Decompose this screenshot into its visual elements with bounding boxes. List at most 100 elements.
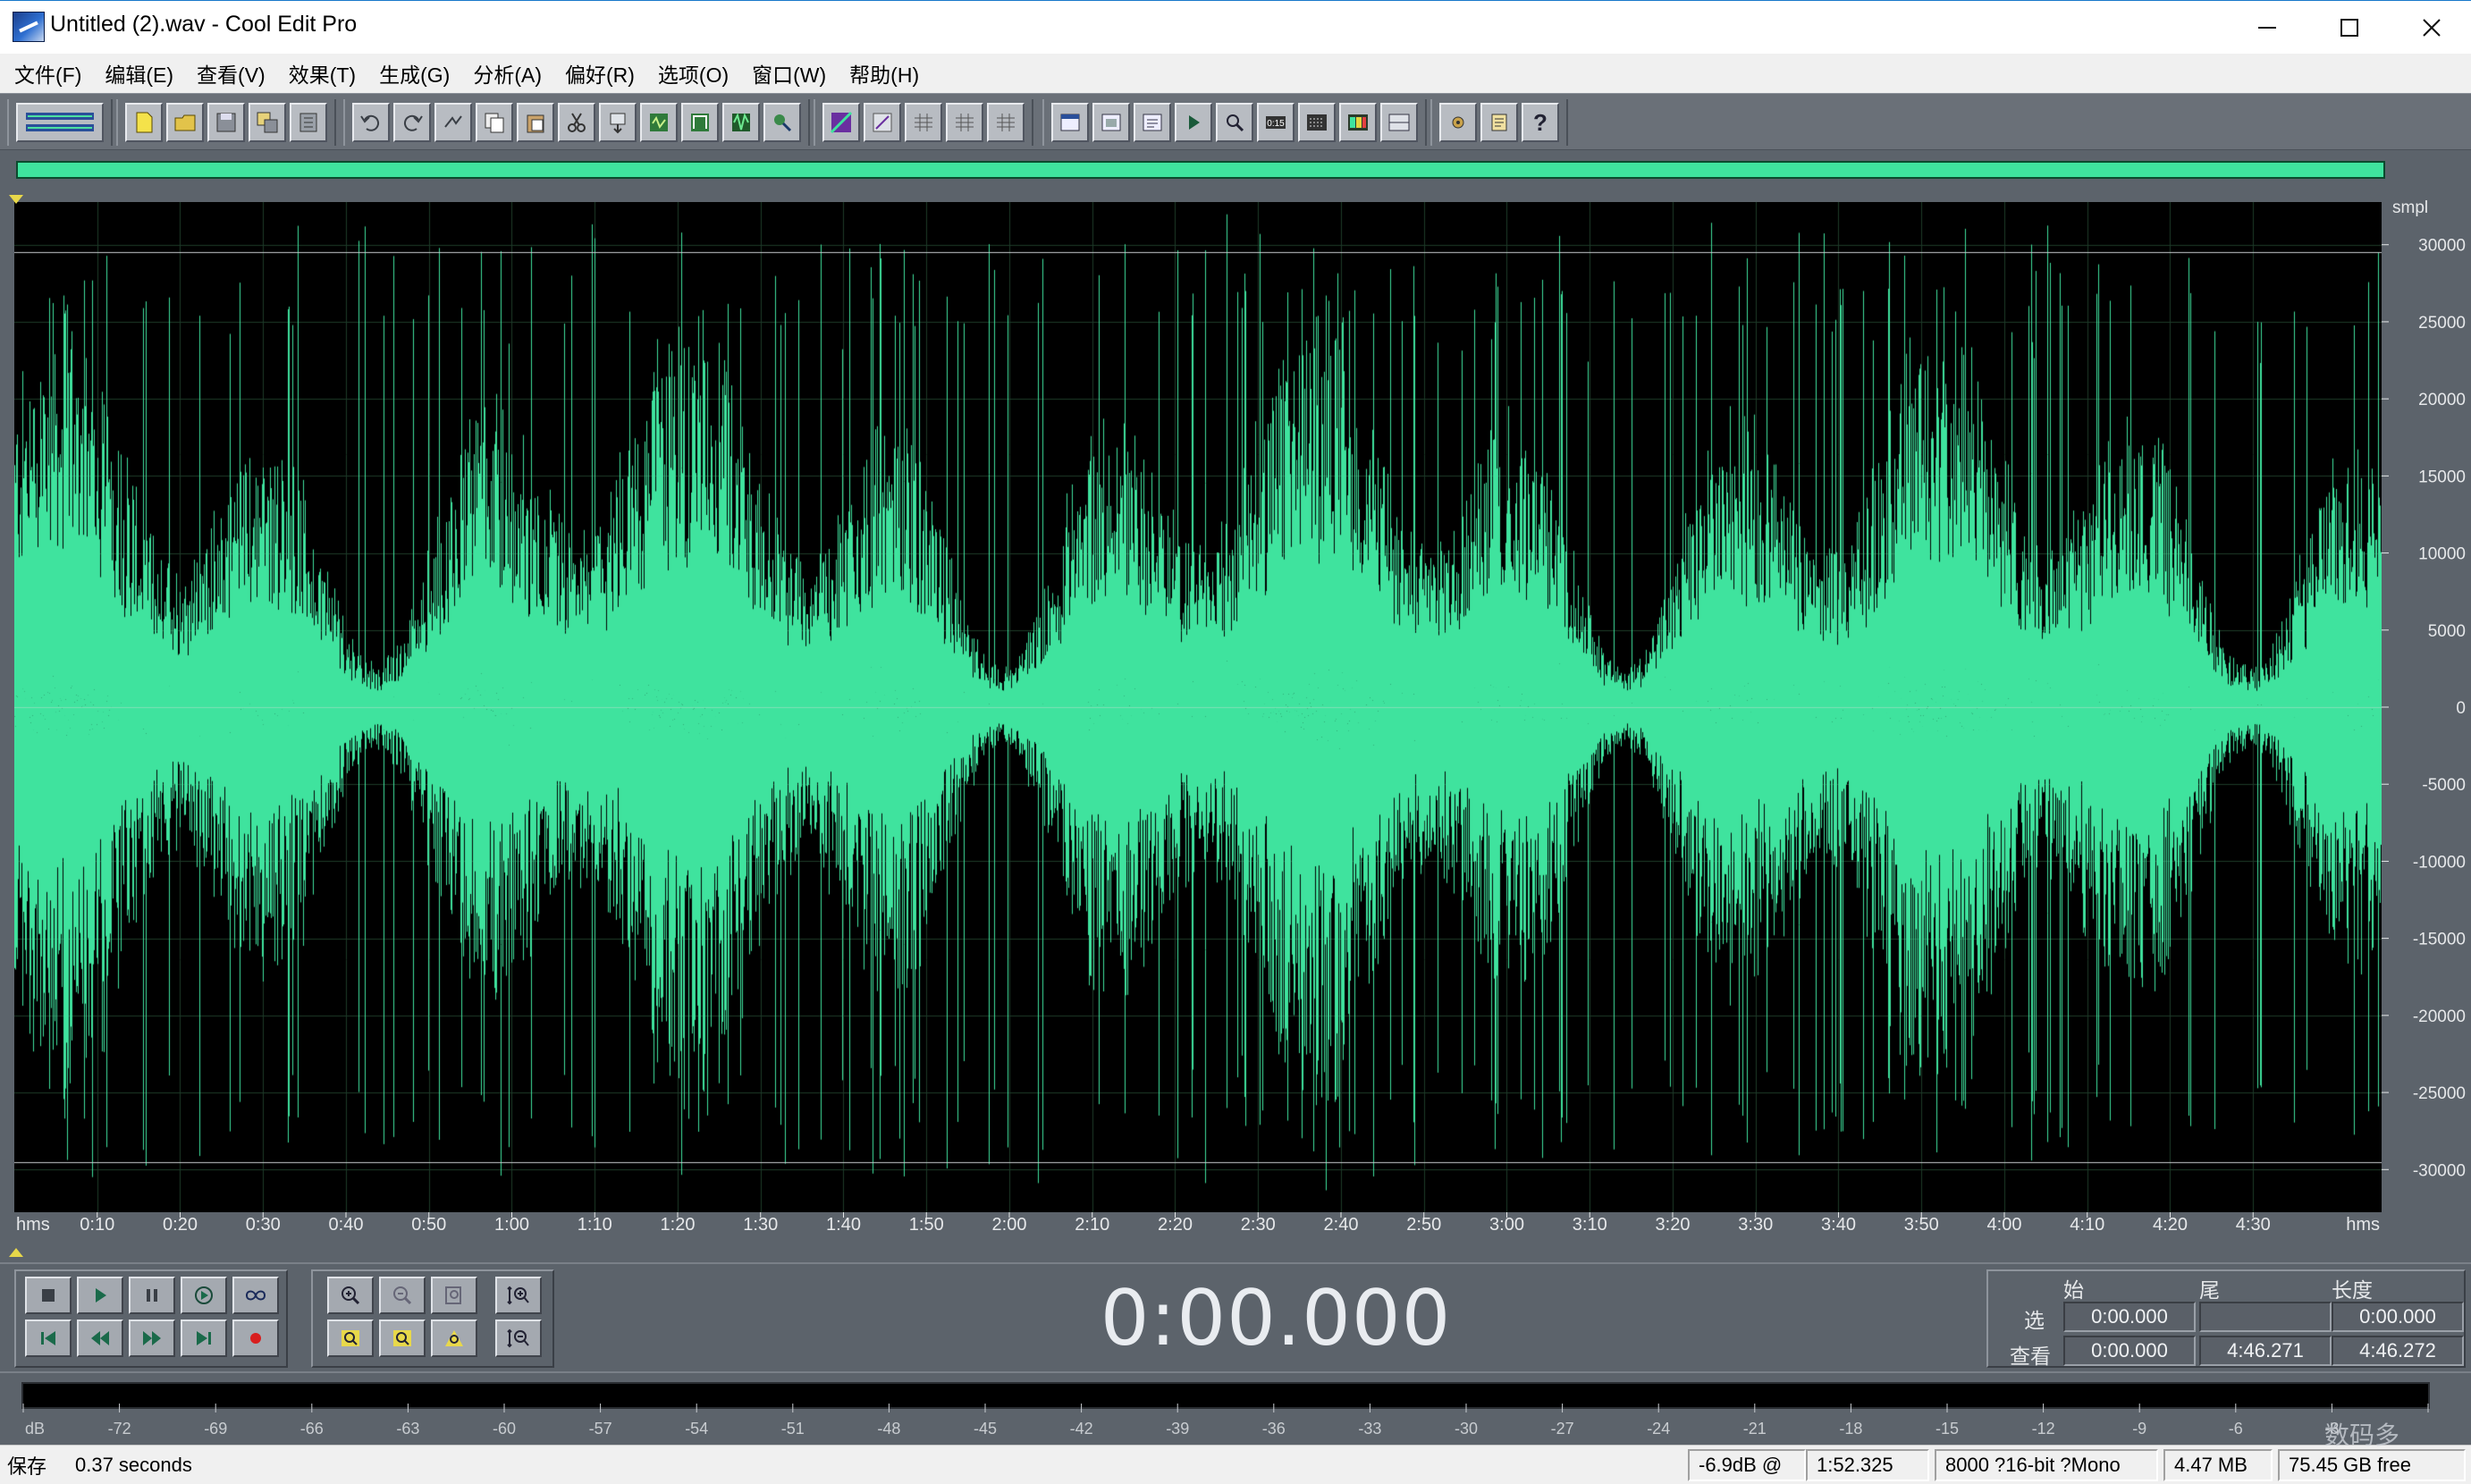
frequency-window-button[interactable] xyxy=(1380,103,1418,142)
amplitude-tick-label: -5000 xyxy=(2422,776,2466,795)
menu-edit[interactable]: 编辑(E) xyxy=(96,58,182,89)
zoom-to-right-button[interactable] xyxy=(379,1320,426,1357)
view-begin-field[interactable]: 0:00.000 xyxy=(2063,1336,2196,1366)
repeat-button[interactable] xyxy=(434,103,472,142)
stop-button[interactable] xyxy=(25,1277,72,1314)
menu-analyze[interactable]: 分析(A) xyxy=(464,58,551,89)
selection-begin-field[interactable]: 0:00.000 xyxy=(2063,1302,2196,1332)
loop-button[interactable] xyxy=(232,1277,279,1314)
overview-bar[interactable] xyxy=(0,150,2471,190)
spectral-view-button[interactable] xyxy=(822,103,860,142)
minimize-button[interactable] xyxy=(2226,1,2308,55)
menu-effects[interactable]: 效果(T) xyxy=(280,58,365,89)
cue-list-button[interactable] xyxy=(1051,103,1089,142)
copy-button[interactable] xyxy=(476,103,513,142)
zoom-full-button[interactable] xyxy=(431,1277,477,1314)
fast-forward-button[interactable] xyxy=(129,1320,175,1357)
time-tick-label: 3:10 xyxy=(1573,1215,1607,1235)
transport-window-button[interactable] xyxy=(1175,103,1212,142)
toolbar-group-help: ? xyxy=(1430,99,1568,146)
time-tick-label: 0:30 xyxy=(246,1215,281,1235)
zoom-to-selection-button[interactable] xyxy=(431,1320,477,1357)
grid-view-icon xyxy=(915,114,932,131)
menu-help[interactable]: 帮助(H) xyxy=(840,58,928,89)
meter-tick-label: -60 xyxy=(493,1420,516,1438)
amplify-button[interactable] xyxy=(722,103,760,142)
play-list-icon xyxy=(1101,114,1121,131)
amplitude-tick-label: 0 xyxy=(2456,699,2466,718)
zoom-out-horizontal-button[interactable] xyxy=(379,1277,426,1314)
play-to-end-button[interactable] xyxy=(181,1277,227,1314)
time-tick-label: 3:30 xyxy=(1738,1215,1773,1235)
status-cursor-level: -6.9dB @ xyxy=(1688,1449,1806,1481)
mark-region-icon xyxy=(691,114,709,131)
time-unit-label: hms xyxy=(16,1215,50,1235)
end-marker-icon[interactable] xyxy=(9,1248,23,1257)
transport-panel: 0:00.000 始 尾 长度 选 查看 0:00.000 0:00.000 0… xyxy=(0,1262,2471,1371)
time-tick-label: 2:00 xyxy=(992,1215,1027,1235)
record-button[interactable] xyxy=(232,1320,279,1357)
cool-edit-app-icon[interactable] xyxy=(13,12,45,42)
menu-window[interactable]: 窗口(W) xyxy=(743,58,835,89)
redo-button[interactable] xyxy=(393,103,431,142)
zoom-window-button[interactable] xyxy=(1216,103,1253,142)
menu-generate[interactable]: 生成(G) xyxy=(370,58,459,89)
zoom-out-vertical-button[interactable] xyxy=(495,1320,542,1357)
paste-button[interactable] xyxy=(517,103,554,142)
save-file-button[interactable] xyxy=(207,103,245,142)
menu-view[interactable]: 查看(V) xyxy=(188,58,274,89)
transform-button[interactable] xyxy=(763,103,801,142)
multitrack-toggle-button[interactable] xyxy=(16,103,104,142)
new-file-button[interactable] xyxy=(125,103,163,142)
zoom-in-vertical-button[interactable] xyxy=(495,1277,542,1314)
mark-region-button[interactable] xyxy=(681,103,719,142)
menu-file[interactable]: 文件(F) xyxy=(5,58,90,89)
menu-options[interactable]: 选项(O) xyxy=(649,58,738,89)
view-all-c-button[interactable] xyxy=(987,103,1025,142)
play-button[interactable] xyxy=(77,1277,123,1314)
save-all-button[interactable] xyxy=(249,103,286,142)
pause-button[interactable] xyxy=(129,1277,175,1314)
convert-sample-button[interactable] xyxy=(640,103,678,142)
go-to-end-button[interactable] xyxy=(181,1320,227,1357)
level-meter-button[interactable] xyxy=(1339,103,1377,142)
start-marker-icon[interactable] xyxy=(9,195,23,204)
scripts-button[interactable] xyxy=(1480,103,1518,142)
undo-button[interactable] xyxy=(352,103,390,142)
selection-end-field[interactable] xyxy=(2199,1302,2332,1332)
close-file-button[interactable] xyxy=(290,103,327,142)
view-end-field[interactable]: 4:46.271 xyxy=(2199,1336,2332,1366)
paste-mix-button[interactable] xyxy=(599,103,637,142)
view-length-field[interactable]: 4:46.272 xyxy=(2332,1336,2464,1366)
zoom-in-horizontal-button[interactable] xyxy=(327,1277,374,1314)
show-info-button[interactable] xyxy=(1134,103,1171,142)
spectral-view-icon xyxy=(830,111,853,134)
open-file-button[interactable] xyxy=(166,103,204,142)
zoom-to-left-button[interactable] xyxy=(327,1320,374,1357)
meter-tick-label: -66 xyxy=(300,1420,324,1438)
loop-icon xyxy=(245,1290,266,1301)
menu-favorites[interactable]: 偏好(R) xyxy=(556,58,644,89)
meter-tick-label: -39 xyxy=(1166,1420,1189,1438)
maximize-button[interactable] xyxy=(2308,1,2391,55)
skip-forward-icon xyxy=(197,1331,211,1345)
help-button[interactable]: ? xyxy=(1522,103,1559,142)
cut-button[interactable] xyxy=(558,103,595,142)
selection-length-field[interactable]: 0:00.000 xyxy=(2332,1302,2464,1332)
settings-button[interactable] xyxy=(1439,103,1477,142)
go-to-start-button[interactable] xyxy=(25,1320,72,1357)
view-all-b-button[interactable] xyxy=(946,103,983,142)
view-all-a-button[interactable] xyxy=(905,103,942,142)
minimize-icon xyxy=(2258,27,2276,29)
time-window-button[interactable]: 0:15 xyxy=(1257,103,1295,142)
play-list-button[interactable] xyxy=(1092,103,1130,142)
amplitude-axis: smpl 30000 25000 20000 15000 10000 5000 0 -5000 -… xyxy=(2382,198,2466,1180)
multitrack-icon xyxy=(26,113,94,131)
meter-tick-label: -6 xyxy=(2229,1420,2243,1438)
zoom-in-icon xyxy=(342,1286,360,1305)
waveform-view-button[interactable] xyxy=(864,103,901,142)
rewind-button[interactable] xyxy=(77,1320,123,1357)
overview-range[interactable] xyxy=(16,161,2385,179)
close-button[interactable] xyxy=(2391,1,2471,55)
spectrum-window-button[interactable] xyxy=(1298,103,1336,142)
